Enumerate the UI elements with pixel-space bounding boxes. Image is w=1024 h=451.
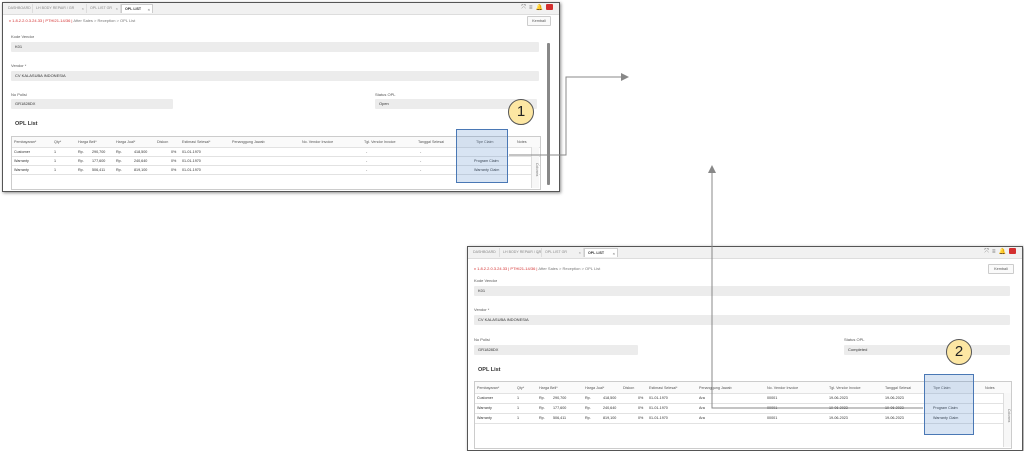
connector-arrows bbox=[509, 73, 923, 409]
arrow-right bbox=[509, 73, 629, 156]
arrow-up bbox=[708, 165, 923, 409]
